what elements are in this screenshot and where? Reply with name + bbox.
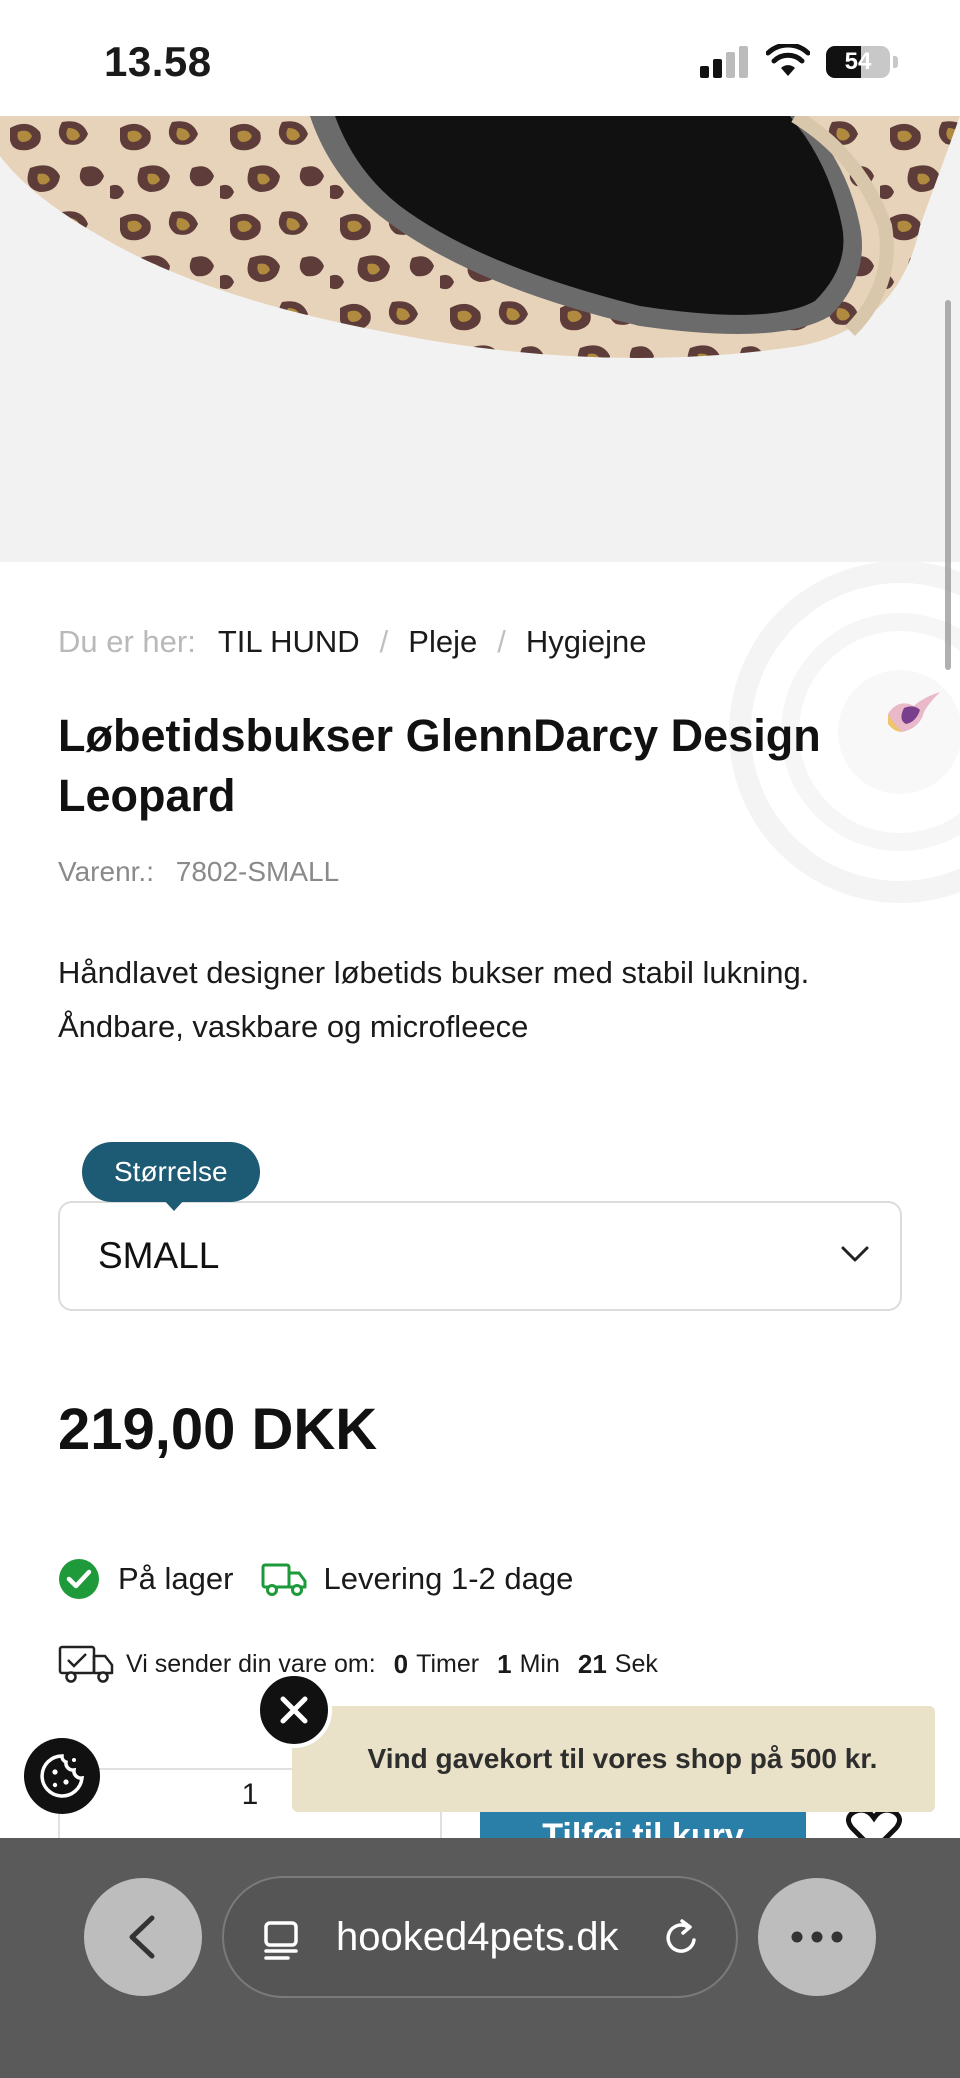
promo-banner[interactable]: Vind gavekort til vores shop på 500 kr. (292, 1706, 935, 1812)
sku-value: 7802-SMALL (175, 856, 340, 887)
chevron-down-icon (841, 1246, 869, 1262)
promo-close-button[interactable] (256, 1672, 332, 1748)
availability-row: På lager Levering 1-2 dage (58, 1558, 573, 1600)
more-dots-icon (791, 1931, 843, 1943)
size-label-pointer (162, 1198, 186, 1211)
browser-more-button[interactable] (758, 1878, 876, 1996)
countdown-minutes-unit: Min (519, 1649, 560, 1678)
status-time: 13.58 (104, 38, 212, 85)
check-circle-icon (59, 1559, 99, 1599)
hummingbird-logo-icon[interactable] (884, 688, 942, 740)
stock-status: På lager (118, 1561, 234, 1596)
product-title: Løbetidsbukser GlennDarcy Design Leopard (58, 710, 821, 821)
cookie-icon (40, 1754, 84, 1798)
shipping-truck-icon (58, 1645, 114, 1683)
battery-level: 54 (844, 48, 872, 75)
delivery-time: Levering 1-2 dage (323, 1561, 574, 1596)
page-scrollbar[interactable] (945, 300, 951, 670)
countdown-minutes: 1 (497, 1648, 512, 1679)
battery-nub (893, 56, 898, 68)
breadcrumb-prefix: Du er her: (58, 624, 196, 659)
shipping-countdown: Vi sender din vare om: 0 Timer 1 Min 21 … (58, 1644, 658, 1684)
size-label-badge: Størrelse (82, 1142, 260, 1202)
browser-back-button[interactable] (84, 1878, 202, 1996)
size-select[interactable]: SMALL (58, 1201, 902, 1311)
url-text: hooked4pets.dk (336, 1915, 619, 1959)
cookie-settings-button[interactable] (24, 1738, 100, 1814)
battery-icon: 54 (826, 46, 890, 78)
browser-toolbar: hooked4pets.dk (0, 1838, 960, 2078)
wifi-icon (766, 44, 810, 76)
breadcrumb-separator: / (379, 624, 389, 659)
address-bar[interactable]: hooked4pets.dk (222, 1876, 738, 1998)
product-price: 219,00 DKK (58, 1397, 378, 1462)
reload-icon[interactable] (662, 1918, 702, 1958)
countdown-hours: 0 (393, 1648, 409, 1679)
size-selected-value: SMALL (98, 1235, 220, 1276)
chevron-left-icon (129, 1915, 155, 1959)
countdown-label: Vi sender din vare om: (126, 1649, 376, 1678)
product-image[interactable] (0, 116, 960, 562)
breadcrumb-link-til-hund[interactable]: TIL HUND (218, 624, 360, 660)
description-line: Åndbare, vaskbare og microfleece (58, 1009, 529, 1044)
breadcrumb-link-hygiejne[interactable]: Hygiejne (526, 624, 647, 660)
countdown-seconds: 21 (577, 1648, 607, 1679)
cellular-signal-icon (700, 46, 752, 78)
product-sku: Varenr.: 7802-SMALL (58, 856, 339, 888)
breadcrumb: Du er her: TIL HUND / Pleje / Hygiejne (58, 624, 646, 660)
promo-text: Vind gavekort til vores shop på 500 kr. (367, 1743, 878, 1774)
breadcrumb-separator: / (497, 624, 506, 659)
product-description: Håndlavet designer løbetids bukser med s… (58, 946, 918, 1054)
description-line: Håndlavet designer løbetids bukser med s… (58, 955, 810, 990)
sku-label: Varenr.: (58, 856, 154, 887)
status-bar: 13.58 54 (0, 0, 960, 116)
delivery-truck-icon (261, 1563, 307, 1596)
countdown-hours-unit: Timer (416, 1649, 480, 1678)
countdown-seconds-unit: Sek (614, 1649, 658, 1678)
product-photo-leopard-pants (0, 116, 960, 562)
page-menu-icon[interactable] (262, 1920, 302, 1960)
close-icon (280, 1696, 308, 1724)
breadcrumb-link-pleje[interactable]: Pleje (408, 624, 477, 660)
